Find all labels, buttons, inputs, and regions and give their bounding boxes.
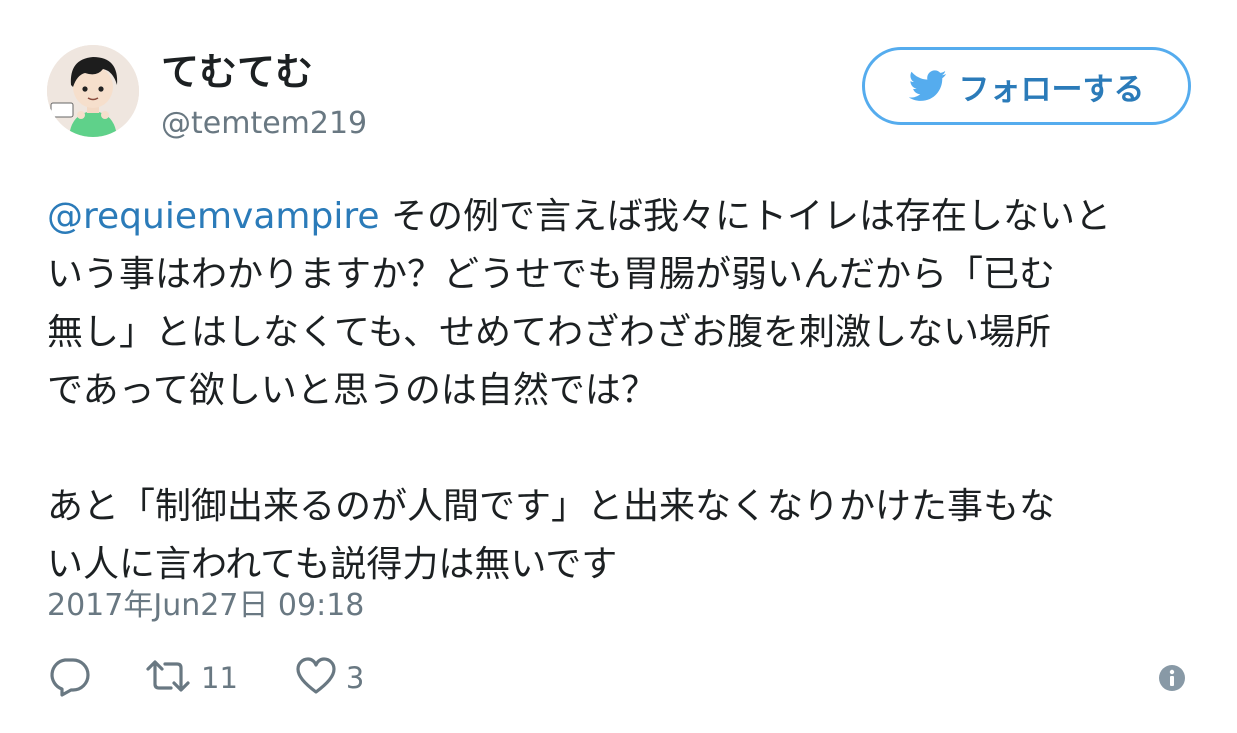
retweet-count: 11 — [201, 661, 238, 695]
tweet-line: 無し」とはしなくても、せめてわざわざお腹を刺激しない場所 — [47, 312, 1052, 353]
tweet-timestamp[interactable]: 2017年Jun27日 09:18 — [47, 585, 364, 627]
avatar[interactable] — [47, 45, 139, 137]
reply-icon — [47, 654, 91, 702]
follow-button[interactable]: フォローする — [862, 47, 1191, 125]
retweet-icon — [143, 654, 193, 702]
info-icon[interactable] — [1158, 664, 1186, 692]
tweet-text: @requiemvampire その例で言えば我々にトイレは存在しないと いう事… — [47, 188, 1197, 594]
heart-icon — [294, 654, 338, 702]
follow-button-label: フォローする — [958, 71, 1145, 108]
embedded-tweet: てむてむ @temtem219 フォローする @requiemvampire そ… — [0, 0, 1237, 733]
like-count: 3 — [345, 661, 365, 695]
tweet-text-segment: その例で言えば我々にトイレは存在しないと — [390, 196, 1111, 237]
tweet-line: いう事はわかりますか？どうせでも胃腸が弱いんだから「已む — [47, 254, 1056, 295]
tweet-line: であって欲しいと思うのは自然では？ — [47, 370, 657, 411]
mention-link[interactable]: @requiemvampire — [47, 196, 380, 237]
tweet-line: @requiemvampire その例で言えば我々にトイレは存在しないと — [47, 188, 1197, 246]
reply-button[interactable] — [47, 654, 91, 702]
twitter-bird-icon — [908, 70, 947, 102]
tweet-actions: 11 3 — [47, 652, 364, 704]
user-name[interactable]: てむてむ — [161, 48, 313, 96]
tweet-line: あと「制御出来るのが人間です」と出来なくなりかけた事もな — [47, 486, 1056, 527]
user-handle[interactable]: @temtem219 — [161, 104, 367, 144]
retweet-button[interactable]: 11 — [143, 652, 238, 704]
like-button[interactable]: 3 — [294, 652, 364, 704]
